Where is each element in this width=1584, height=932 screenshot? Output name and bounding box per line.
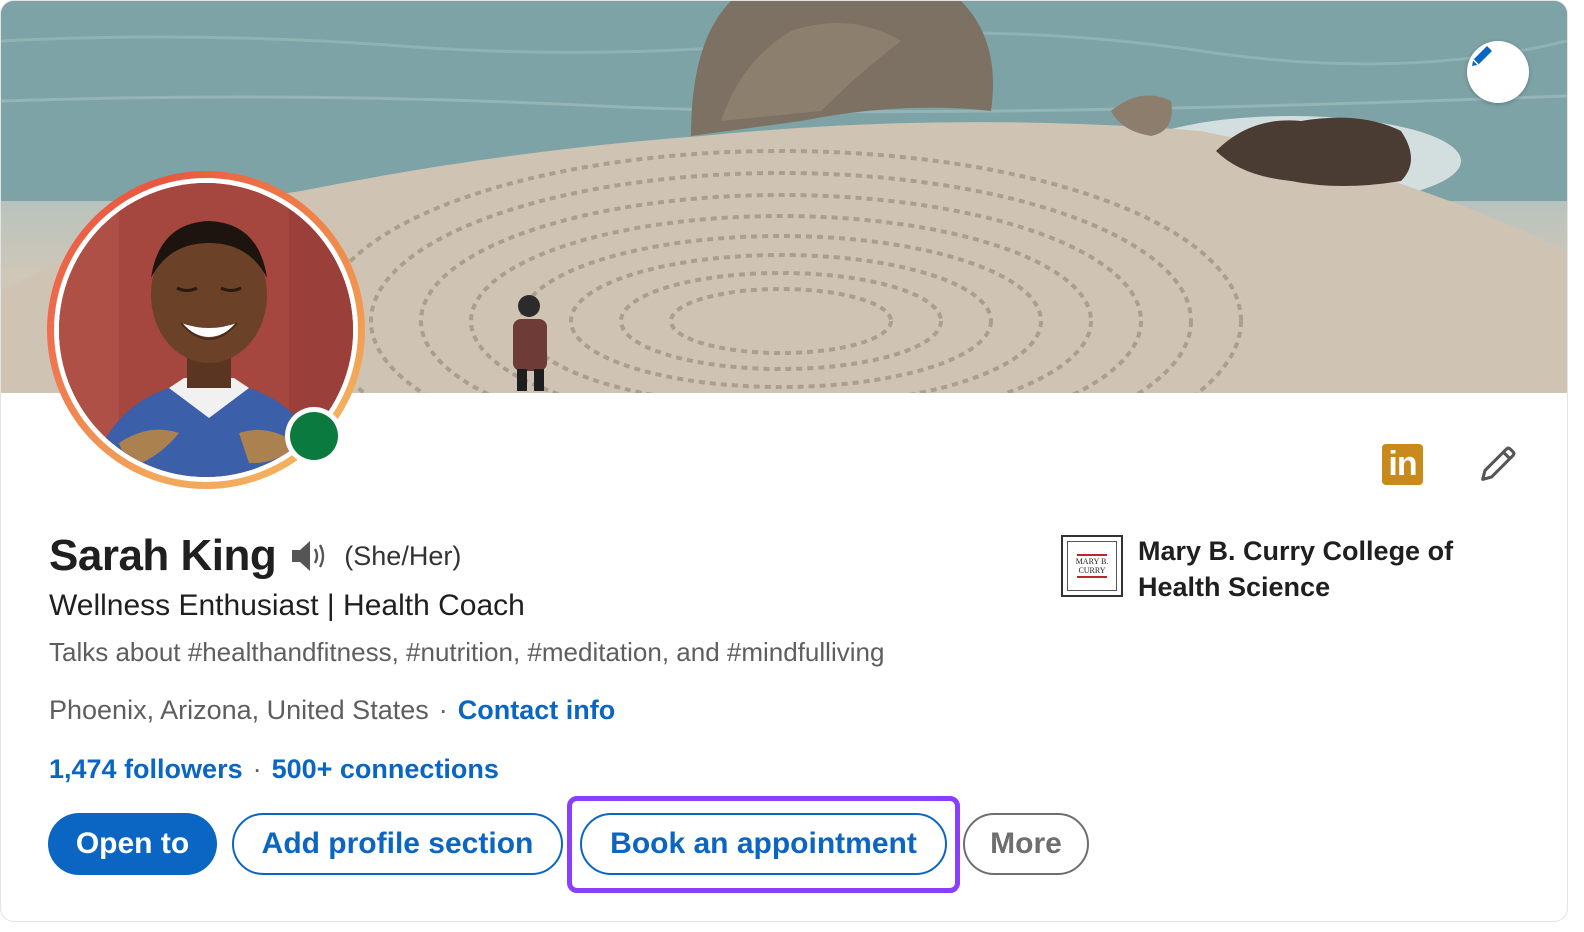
- logo-bar: [1077, 576, 1107, 578]
- more-button[interactable]: More: [963, 813, 1089, 875]
- linkedin-icon[interactable]: in: [1382, 444, 1423, 485]
- edit-intro-pencil-icon[interactable]: [1475, 441, 1521, 487]
- profile-card: in Sarah King (She/Her) Wellness Enthusi…: [0, 0, 1568, 922]
- college-logo-mark: MARY B. CURRY: [1067, 541, 1117, 591]
- separator-dot: ·: [252, 754, 262, 784]
- logo-line-1: MARY B.: [1075, 557, 1109, 566]
- location-row: Phoenix, Arizona, United States · Contac…: [49, 695, 615, 726]
- followers-link[interactable]: 1,474 followers: [49, 754, 243, 785]
- connections-link[interactable]: 500+ connections: [272, 754, 499, 785]
- profile-name: Sarah King: [49, 531, 277, 580]
- logo-bar: [1077, 554, 1107, 556]
- college-logo[interactable]: MARY B. CURRY: [1061, 535, 1123, 597]
- speaker-icon[interactable]: [290, 537, 332, 575]
- pencil-icon: [1472, 46, 1492, 66]
- open-to-button[interactable]: Open to: [48, 813, 217, 875]
- online-status-indicator: [285, 407, 343, 465]
- stats-row: 1,474 followers · 500+ connections: [49, 754, 499, 785]
- talks-about: Talks about #healthandfitness, #nutritio…: [49, 637, 885, 667]
- name-row: Sarah King (She/Her): [49, 531, 461, 581]
- edit-cover-button[interactable]: [1467, 41, 1529, 103]
- pronouns: (She/Her): [344, 540, 462, 571]
- headline: Wellness Enthusiast | Health Coach: [49, 589, 525, 622]
- logo-line-2: CURRY: [1078, 566, 1106, 575]
- separator-dot: ·: [438, 695, 448, 725]
- college-name[interactable]: Mary B. Curry College of Health Science: [1138, 533, 1518, 605]
- online-dot: [290, 412, 338, 460]
- book-appointment-button[interactable]: Book an appointment: [580, 813, 947, 875]
- location: Phoenix, Arizona, United States: [49, 695, 429, 725]
- contact-info-link[interactable]: Contact info: [458, 695, 615, 726]
- add-profile-section-button[interactable]: Add profile section: [232, 813, 563, 875]
